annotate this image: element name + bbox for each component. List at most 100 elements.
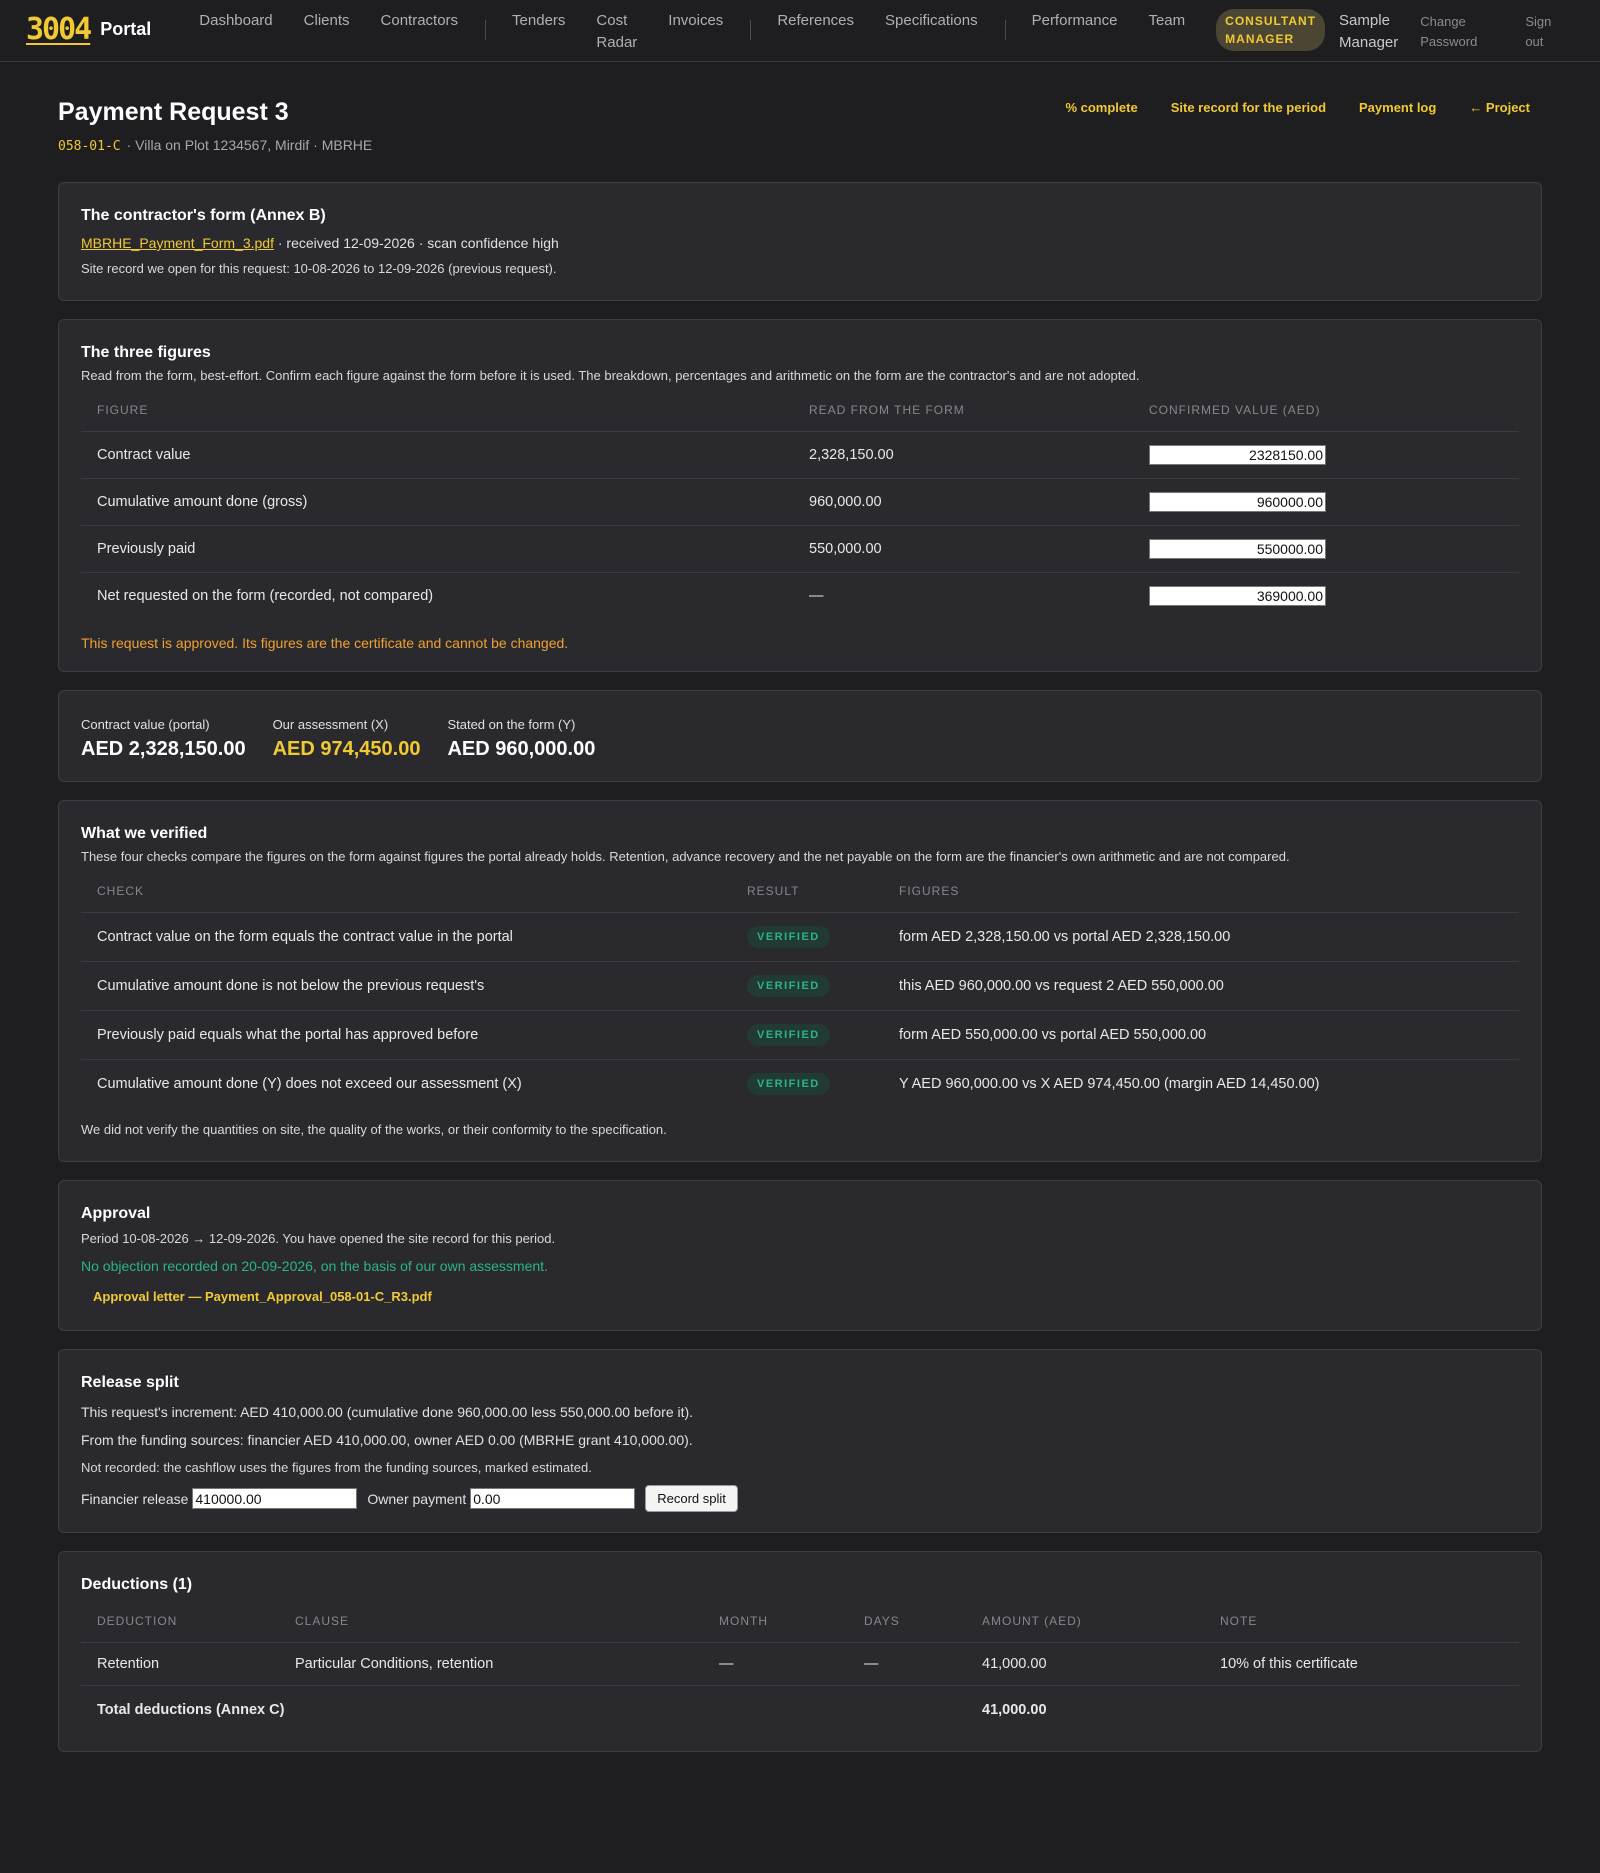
confirmed-cumulative-input[interactable] (1149, 492, 1326, 512)
nav-link-team[interactable]: Team (1148, 10, 1185, 32)
approval-period: Period 10-08-2026 → 12-09-2026. You have… (81, 1231, 556, 1246)
figure-label: Net requested on the form (recorded, not… (97, 588, 434, 604)
nav-divider (750, 20, 752, 40)
nav-link-specifications[interactable]: Specifications (885, 10, 978, 32)
form-file-link[interactable]: MBRHE_Payment_Form_3.pdf (81, 235, 274, 251)
change-password-link[interactable]: Change Password (1420, 12, 1477, 52)
deduction-note: 10% of this certificate (1204, 1642, 1519, 1686)
nav-link-dashboard[interactable]: Dashboard (199, 10, 272, 32)
table-row: Contract value on the form equals the co… (81, 912, 1519, 962)
deductions-card: Deductions (1) DEDUCTION CLAUSE MONTH DA… (58, 1551, 1542, 1752)
form-file-meta: · received 12-09-2026 · scan confidence … (273, 235, 559, 251)
project-code: 058-01-C (58, 139, 121, 154)
nav-link-invoices[interactable]: Invoices (668, 10, 723, 32)
owner-payment-label: Owner payment (367, 1490, 467, 1507)
brand-word: Portal (100, 19, 152, 39)
payment-log-link[interactable]: Payment log (1359, 100, 1436, 115)
back-to-project-link[interactable]: ← Project (1469, 100, 1530, 115)
figures-table: FIGURE READ FROM THE FORM CONFIRMED VALU… (81, 383, 1519, 619)
nav-link-clients[interactable]: Clients (304, 10, 350, 32)
deductions-table: DEDUCTION CLAUSE MONTH DAYS AMOUNT (AED)… (81, 1594, 1519, 1731)
site-record-link[interactable]: Site record for the period (1171, 100, 1326, 115)
record-split-button[interactable]: Record split (645, 1485, 738, 1512)
page-header: Payment Request 3 058-01-C · Villa on Plo… (58, 62, 1542, 182)
figure-cell (1133, 431, 1519, 479)
verified-description: These four checks compare the figures on… (81, 849, 1290, 864)
nav-link-references[interactable]: References (777, 10, 854, 32)
form-file-line: MBRHE_Payment_Form_3.pdf · received 12-0… (81, 235, 1519, 251)
three-figures-title: The three figures (81, 344, 211, 361)
figure-read: 960,000.00 (793, 478, 1133, 526)
deduction-month: — (703, 1642, 848, 1686)
check-label: Contract value on the form equals the co… (81, 912, 731, 962)
col-deduction: DEDUCTION (81, 1594, 279, 1643)
check-result: VERIFIED (731, 1060, 883, 1109)
check-figures: Y AED 960,000.00 vs X AED 974,450.00 (ma… (899, 1076, 1320, 1092)
nav-link-tenders[interactable]: Tenders (512, 10, 565, 32)
col-result: RESULT (731, 864, 883, 913)
brand-logo[interactable]: 3004 Portal (26, 12, 151, 47)
release-increment: This request's increment: AED 410,000.00… (81, 1404, 694, 1420)
check-result: VERIFIED (731, 1010, 883, 1060)
percent-complete-link[interactable]: % complete (1065, 100, 1137, 115)
col-clause: CLAUSE (279, 1594, 703, 1643)
col-confirmed: CONFIRMED VALUE (AED) (1133, 383, 1519, 432)
stat-value: AED 960,000.00 (447, 738, 596, 760)
total-label: Total deductions (Annex C) (97, 1702, 285, 1718)
financier-release-label: Financier release (81, 1490, 189, 1507)
release-funding: From the funding sources: financier AED … (81, 1432, 693, 1448)
table-row: Previously paid 550,000.00 (81, 525, 1519, 573)
sign-out-link[interactable]: Sign out (1525, 12, 1551, 52)
confirmed-contract-value-input[interactable] (1149, 445, 1326, 465)
release-not-recorded: Not recorded: the cashflow uses the figu… (81, 1460, 592, 1475)
confirmed-net-requested-input[interactable] (1149, 586, 1326, 606)
approved-warning: This request is approved. Its figures ar… (81, 635, 569, 651)
check-label: Cumulative amount done (Y) does not exce… (97, 1076, 522, 1092)
deduction-clause: Particular Conditions, retention (279, 1642, 703, 1686)
col-amount: AMOUNT (AED) (966, 1594, 1204, 1643)
site-record-note: Site record we open for this request: 10… (81, 261, 557, 276)
col-check: CHECK (81, 864, 731, 913)
table-row: Previously paid equals what the portal h… (81, 1010, 1519, 1060)
verified-badge: VERIFIED (747, 926, 830, 948)
total-value: 41,000.00 (982, 1702, 1047, 1718)
approval-letter-row: Approval letter — Payment_Approval_058-0… (81, 1288, 1519, 1304)
total-empty (1204, 1686, 1519, 1732)
check-result: VERIFIED (731, 912, 883, 962)
check-figures: form AED 2,328,150.00 vs portal AED 2,32… (883, 912, 1519, 962)
verified-card: What we verified These four checks compa… (58, 800, 1542, 1162)
release-form: Financier release Owner payment Record s… (81, 1485, 1519, 1512)
figure-cell (1133, 525, 1519, 573)
stat-label: Contract value (portal) (81, 717, 210, 732)
figure-read: — (809, 588, 824, 604)
financier-release-input[interactable] (192, 1488, 358, 1509)
check-figures: this AED 960,000.00 vs request 2 AED 550… (883, 961, 1519, 1011)
role-badge: CONSULTANT MANAGER (1216, 9, 1326, 51)
deduction-days: — (848, 1642, 966, 1686)
stat-stated: Stated on the form (Y) AED 960,000.00 (447, 717, 595, 761)
verified-badge: VERIFIED (747, 1073, 830, 1095)
contractor-form-card: The contractor's form (Annex B) MBRHE_Pa… (58, 182, 1542, 301)
col-figures: FIGURES (883, 864, 1519, 913)
check-figures: form AED 550,000.00 vs portal AED 550,00… (883, 1010, 1519, 1060)
approval-letter-link[interactable]: Approval letter — Payment_Approval_058-0… (93, 1289, 432, 1304)
stat-label: Stated on the form (Y) (447, 717, 576, 732)
nav-link-performance[interactable]: Performance (1032, 10, 1118, 32)
table-row: Net requested on the form (recorded, not… (81, 573, 1519, 620)
nav-link-contractors[interactable]: Contractors (381, 10, 459, 32)
stat-label: Our assessment (X) (272, 717, 389, 732)
three-figures-card: The three figures Read from the form, be… (58, 319, 1542, 672)
nav-link-cost-radar[interactable]: Cost Radar (596, 10, 637, 54)
verified-badge: VERIFIED (747, 1024, 830, 1046)
col-month: MONTH (703, 1594, 848, 1643)
checks-table: CHECK RESULT FIGURES Contract value on t… (81, 864, 1519, 1108)
figure-label: Previously paid (81, 525, 793, 573)
approval-title: Approval (81, 1205, 151, 1222)
release-split-title: Release split (81, 1374, 179, 1391)
summary-card: Contract value (portal) AED 2,328,150.00… (58, 690, 1542, 782)
approval-status: No objection recorded on 20-09-2026, on … (81, 1258, 548, 1274)
figure-read: 2,328,150.00 (793, 431, 1133, 479)
owner-payment-input[interactable] (470, 1488, 636, 1509)
table-row: Cumulative amount done (Y) does not exce… (81, 1060, 1519, 1109)
confirmed-previously-paid-input[interactable] (1149, 539, 1326, 559)
